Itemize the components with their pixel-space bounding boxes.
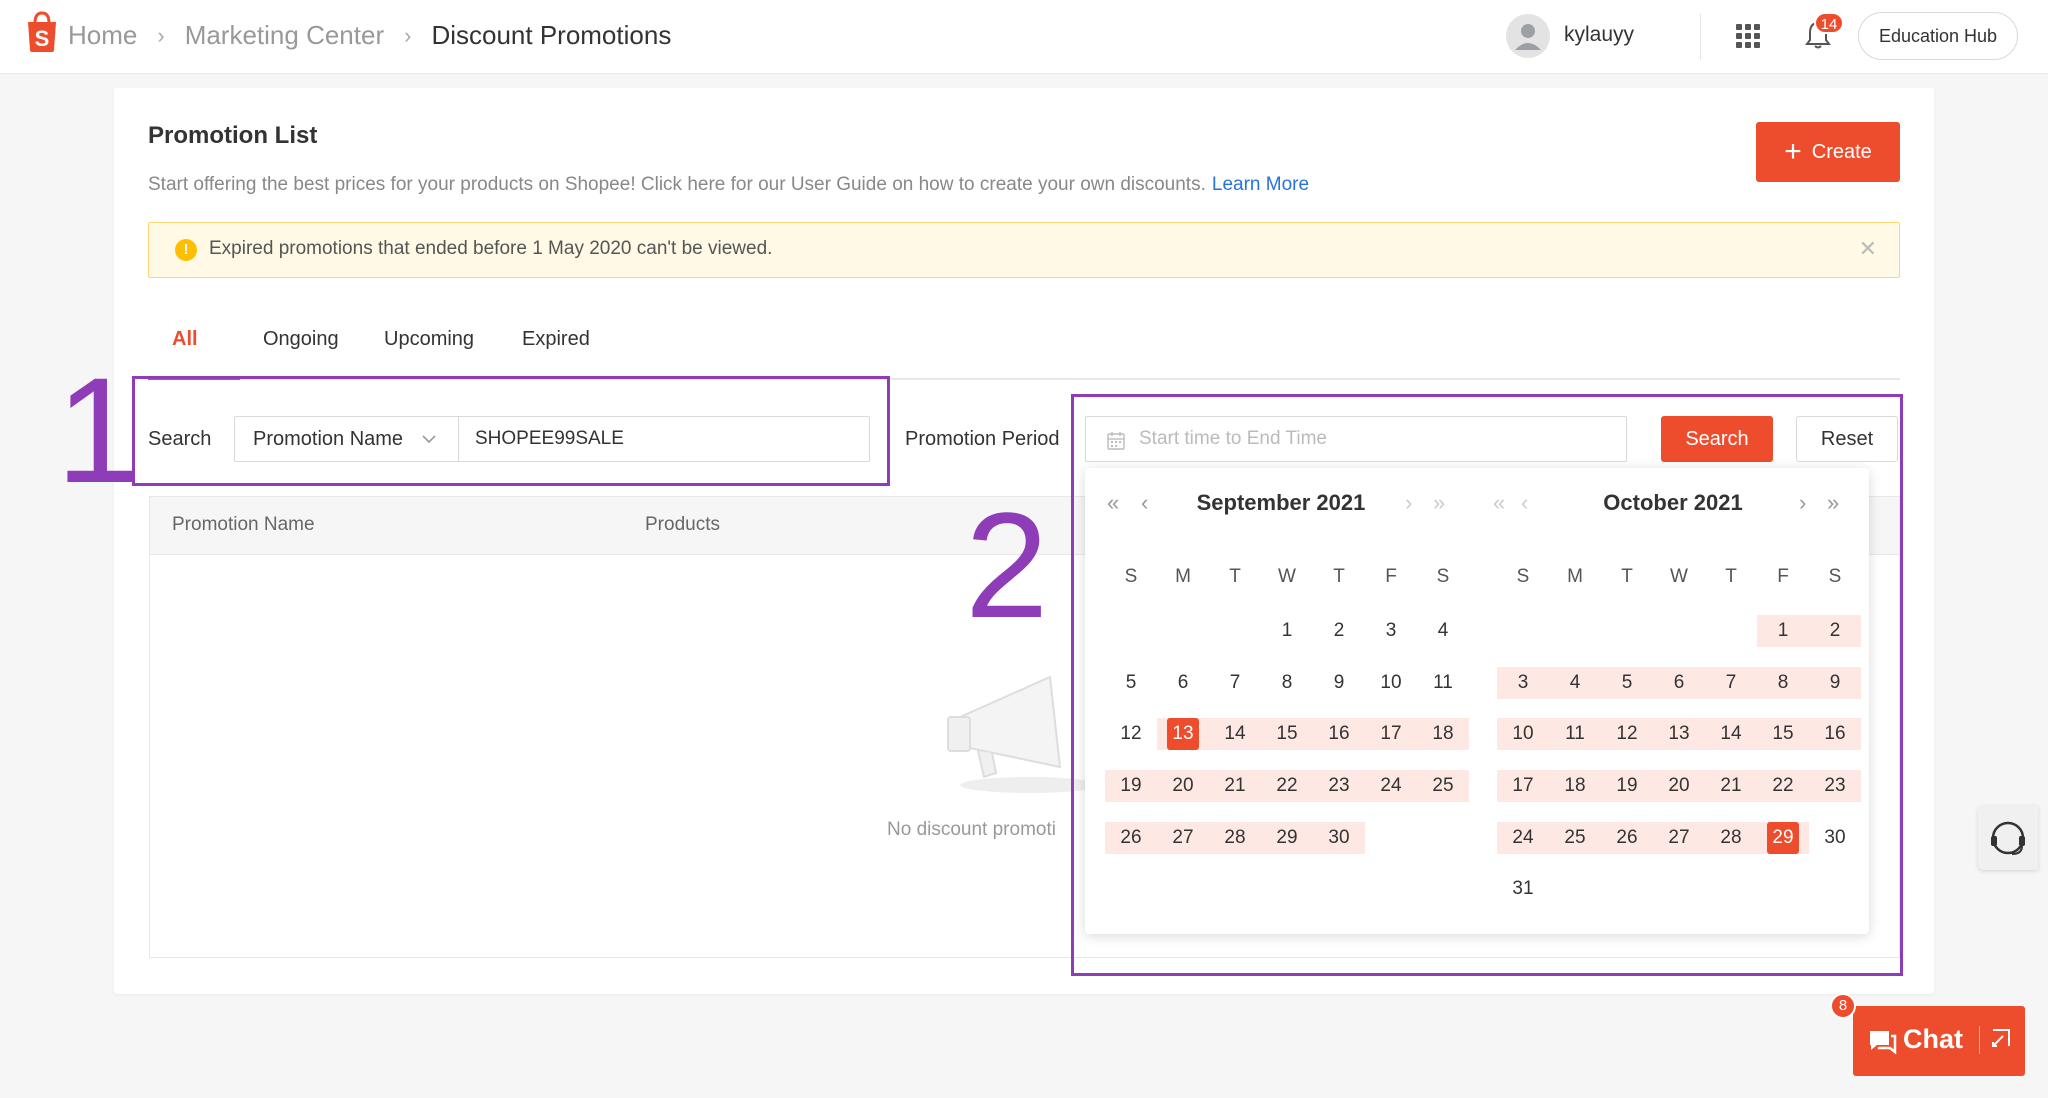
svg-text:S: S	[35, 26, 50, 51]
tab-upcoming[interactable]: Upcoming	[384, 328, 474, 351]
shopee-logo-icon[interactable]: S	[22, 10, 62, 54]
notice-text: Expired promotions that ended before 1 M…	[209, 238, 773, 259]
username[interactable]: kylauyy	[1564, 23, 1634, 47]
column-products: Products	[645, 514, 720, 535]
apps-grid-icon[interactable]	[1734, 22, 1762, 50]
expired-notice-banner: ! Expired promotions that ended before 1…	[148, 222, 1900, 278]
plus-icon: +	[1784, 135, 1802, 168]
annotation-box-datepicker	[1071, 394, 1903, 976]
chat-label: Chat	[1903, 1024, 1963, 1054]
breadcrumb-discount-promotions: Discount Promotions	[431, 20, 672, 50]
education-hub-button[interactable]: Education Hub	[1858, 12, 2018, 60]
headset-icon	[1991, 821, 2025, 855]
page-description: Start offering the best prices for your …	[148, 174, 1309, 196]
create-label: Create	[1811, 140, 1872, 163]
close-icon[interactable]: ✕	[1859, 236, 1877, 262]
promotion-period-label: Promotion Period	[905, 428, 1060, 450]
annotation-label-2: 2	[965, 481, 1049, 649]
page-title: Promotion List	[148, 122, 318, 149]
expand-icon[interactable]	[1989, 1028, 2011, 1050]
user-icon	[1515, 24, 1541, 50]
annotation-label-1: 1	[56, 346, 140, 514]
chevron-right-icon: ›	[404, 22, 412, 48]
top-navigation-bar: S Home › Marketing Center › Discount Pro…	[0, 0, 2048, 74]
chat-button[interactable]: Chat	[1853, 1006, 2025, 1076]
tab-expired[interactable]: Expired	[522, 328, 590, 351]
breadcrumb-home[interactable]: Home	[68, 20, 137, 51]
tab-ongoing[interactable]: Ongoing	[263, 328, 339, 351]
chat-badge: 8	[1830, 993, 1856, 1019]
tab-all[interactable]: All	[172, 328, 198, 351]
column-promotion-name: Promotion Name	[172, 514, 315, 535]
divider	[1979, 1026, 1980, 1054]
empty-state-text: No discount promoti	[887, 819, 1056, 840]
avatar[interactable]	[1506, 14, 1550, 58]
notification-badge: 14	[1814, 12, 1844, 34]
chevron-right-icon: ›	[157, 22, 165, 48]
learn-more-link[interactable]: Learn More	[1212, 174, 1309, 195]
status-tabs: All Ongoing Upcoming Expired	[148, 318, 1900, 380]
description-text: Start offering the best prices for your …	[148, 174, 1206, 195]
create-button[interactable]: + Create	[1756, 122, 1900, 182]
breadcrumb: Home › Marketing Center › Discount Promo…	[68, 20, 671, 51]
annotation-box-search	[132, 376, 890, 486]
chat-bubble-icon	[1870, 1031, 1897, 1055]
divider	[1700, 14, 1701, 60]
customer-support-button[interactable]	[1978, 806, 2038, 870]
warning-icon: !	[175, 239, 197, 261]
breadcrumb-marketing-center[interactable]: Marketing Center	[185, 20, 384, 51]
